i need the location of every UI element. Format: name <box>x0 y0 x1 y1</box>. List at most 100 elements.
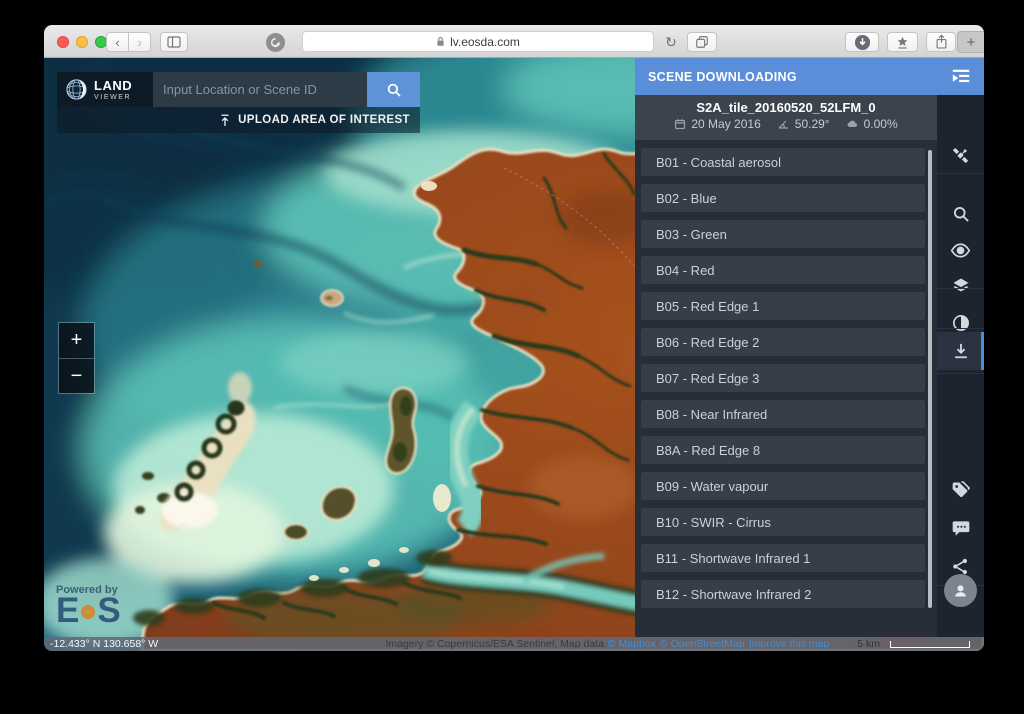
band-item[interactable]: B01 - Coastal aerosol <box>641 148 925 176</box>
share-box-icon <box>935 34 948 50</box>
zoom-in-button[interactable]: + <box>59 323 94 358</box>
share-page-button[interactable] <box>926 32 956 52</box>
upload-aoi-button[interactable]: UPLOAD AREA OF INTEREST <box>57 107 420 133</box>
comment-icon <box>951 518 971 538</box>
toolbar-divider <box>937 373 984 374</box>
person-icon <box>952 582 969 599</box>
scene-info: S2A_tile_20160520_52LFM_0 20 May 2016 50… <box>635 95 937 140</box>
band-item[interactable]: B02 - Blue <box>641 184 925 212</box>
download-icon <box>951 341 971 361</box>
upload-icon <box>219 114 231 127</box>
toolbar-divider <box>937 328 984 329</box>
band-item[interactable]: B09 - Water vapour <box>641 472 925 500</box>
layers-icon <box>951 276 971 296</box>
contrast-icon <box>951 313 971 333</box>
band-item[interactable]: B04 - Red <box>641 256 925 284</box>
globe-icon <box>64 77 89 102</box>
logo-subtitle: VIEWER <box>94 94 132 101</box>
close-window-button[interactable] <box>57 36 69 48</box>
cloud-icon <box>846 118 859 130</box>
band-item[interactable]: B06 - Red Edge 2 <box>641 328 925 356</box>
openstreetmap-link[interactable]: © OpenStreetMap <box>660 637 745 651</box>
url-text: lv.eosda.com <box>450 35 520 49</box>
band-item[interactable]: B8A - Red Edge 8 <box>641 436 925 464</box>
collapse-panel-button[interactable] <box>948 64 974 90</box>
feedback-button[interactable] <box>937 509 984 547</box>
search-button[interactable] <box>367 72 420 107</box>
share-icon <box>951 557 970 576</box>
scene-date: 20 May 2016 <box>674 117 760 131</box>
toolbar-divider <box>937 173 984 174</box>
band-item[interactable]: B08 - Near Infrared <box>641 400 925 428</box>
map-status-bar: -12.433° N 130.658° W Imagery © Copernic… <box>44 637 984 651</box>
scene-sun-elevation: 50.29° <box>777 117 830 131</box>
downloads-button[interactable] <box>845 32 879 52</box>
reload-button[interactable]: ↻ <box>660 32 682 52</box>
scene-downloading-panel: S2A_tile_20160520_52LFM_0 20 May 2016 50… <box>635 95 937 637</box>
scene-name: S2A_tile_20160520_52LFM_0 <box>635 100 937 115</box>
band-list: B01 - Coastal aerosol B02 - Blue B03 - Gre… <box>641 148 925 616</box>
panel-scrollbar[interactable] <box>928 150 932 608</box>
satellite-sensors-button[interactable] <box>937 136 984 174</box>
band-item[interactable]: B11 - Shortwave Infrared 1 <box>641 544 925 572</box>
star-icon <box>895 35 910 50</box>
right-toolbar <box>937 95 984 637</box>
download-button[interactable] <box>937 332 984 370</box>
scene-cloudiness: 0.00% <box>846 117 898 131</box>
logo-title: LAND <box>94 79 132 92</box>
forward-button[interactable]: › <box>128 32 151 52</box>
band-item[interactable]: B05 - Red Edge 1 <box>641 292 925 320</box>
scale-bar <box>890 641 970 648</box>
landviewer-logo[interactable]: LAND VIEWER <box>57 72 153 107</box>
calendar-icon <box>674 118 686 130</box>
eos-ring-icon <box>81 605 95 619</box>
magnifier-icon <box>385 81 403 99</box>
download-circle-icon <box>854 34 871 51</box>
sidebar-icon <box>167 36 181 48</box>
zoom-out-button[interactable]: − <box>59 358 94 393</box>
landviewer-header: LAND VIEWER <box>57 72 420 107</box>
address-bar[interactable]: lv.eosda.com <box>302 31 654 52</box>
tabs-icon <box>695 35 709 49</box>
band-item[interactable]: B12 - Shortwave Infrared 2 <box>641 580 925 608</box>
page-content: LAND VIEWER UPLOAD AREA OF INTEREST + − … <box>44 58 984 651</box>
toolbar-divider <box>937 288 984 289</box>
tags-button[interactable] <box>937 471 984 509</box>
lock-icon <box>436 36 445 47</box>
tab-overview-button[interactable] <box>687 32 717 52</box>
minimize-window-button[interactable] <box>76 36 88 48</box>
browser-titlebar: ‹ › lv.eosda.com ↻ + <box>44 25 984 58</box>
panel-title: SCENE DOWNLOADING <box>648 70 797 84</box>
eos-letter-e: E <box>56 596 79 626</box>
sidebar-toggle-button[interactable] <box>160 32 188 52</box>
angle-icon <box>777 118 790 130</box>
band-item[interactable]: B03 - Green <box>641 220 925 248</box>
account-button[interactable] <box>944 574 977 607</box>
band-item[interactable]: B10 - SWIR - Cirrus <box>641 508 925 536</box>
search-icon <box>951 204 971 224</box>
back-button[interactable]: ‹ <box>106 32 129 52</box>
map-zoom-control: + − <box>58 322 95 394</box>
map-attribution: Imagery © Copernicus/ESA Sentinel, Map d… <box>385 637 603 651</box>
upload-aoi-label: UPLOAD AREA OF INTEREST <box>238 114 410 126</box>
satellite-icon <box>950 145 971 166</box>
search-scenes-button[interactable] <box>937 195 984 233</box>
eos-letter-s: S <box>97 596 120 626</box>
improve-map-link[interactable]: Improve this map <box>749 637 830 651</box>
browser-window: ‹ › lv.eosda.com ↻ + <box>44 25 984 651</box>
band-item[interactable]: B07 - Red Edge 3 <box>641 364 925 392</box>
scale-label: 5 km <box>857 637 880 651</box>
favorites-button[interactable] <box>887 32 918 52</box>
eos-watermark[interactable]: Powered by E S <box>56 584 121 626</box>
mapbox-link[interactable]: © Mapbox <box>608 637 656 651</box>
layers-button[interactable] <box>937 267 984 305</box>
new-tab-button[interactable]: + <box>957 31 984 53</box>
location-search-input[interactable] <box>153 72 367 107</box>
collapse-panel-icon <box>950 67 972 87</box>
cursor-coordinates: -12.433° N 130.658° W <box>50 637 158 651</box>
tag-icon <box>951 480 971 500</box>
eye-icon <box>950 240 971 261</box>
extension-icon[interactable] <box>266 33 285 52</box>
visualization-button[interactable] <box>937 231 984 269</box>
scene-downloading-header: SCENE DOWNLOADING <box>635 58 984 95</box>
